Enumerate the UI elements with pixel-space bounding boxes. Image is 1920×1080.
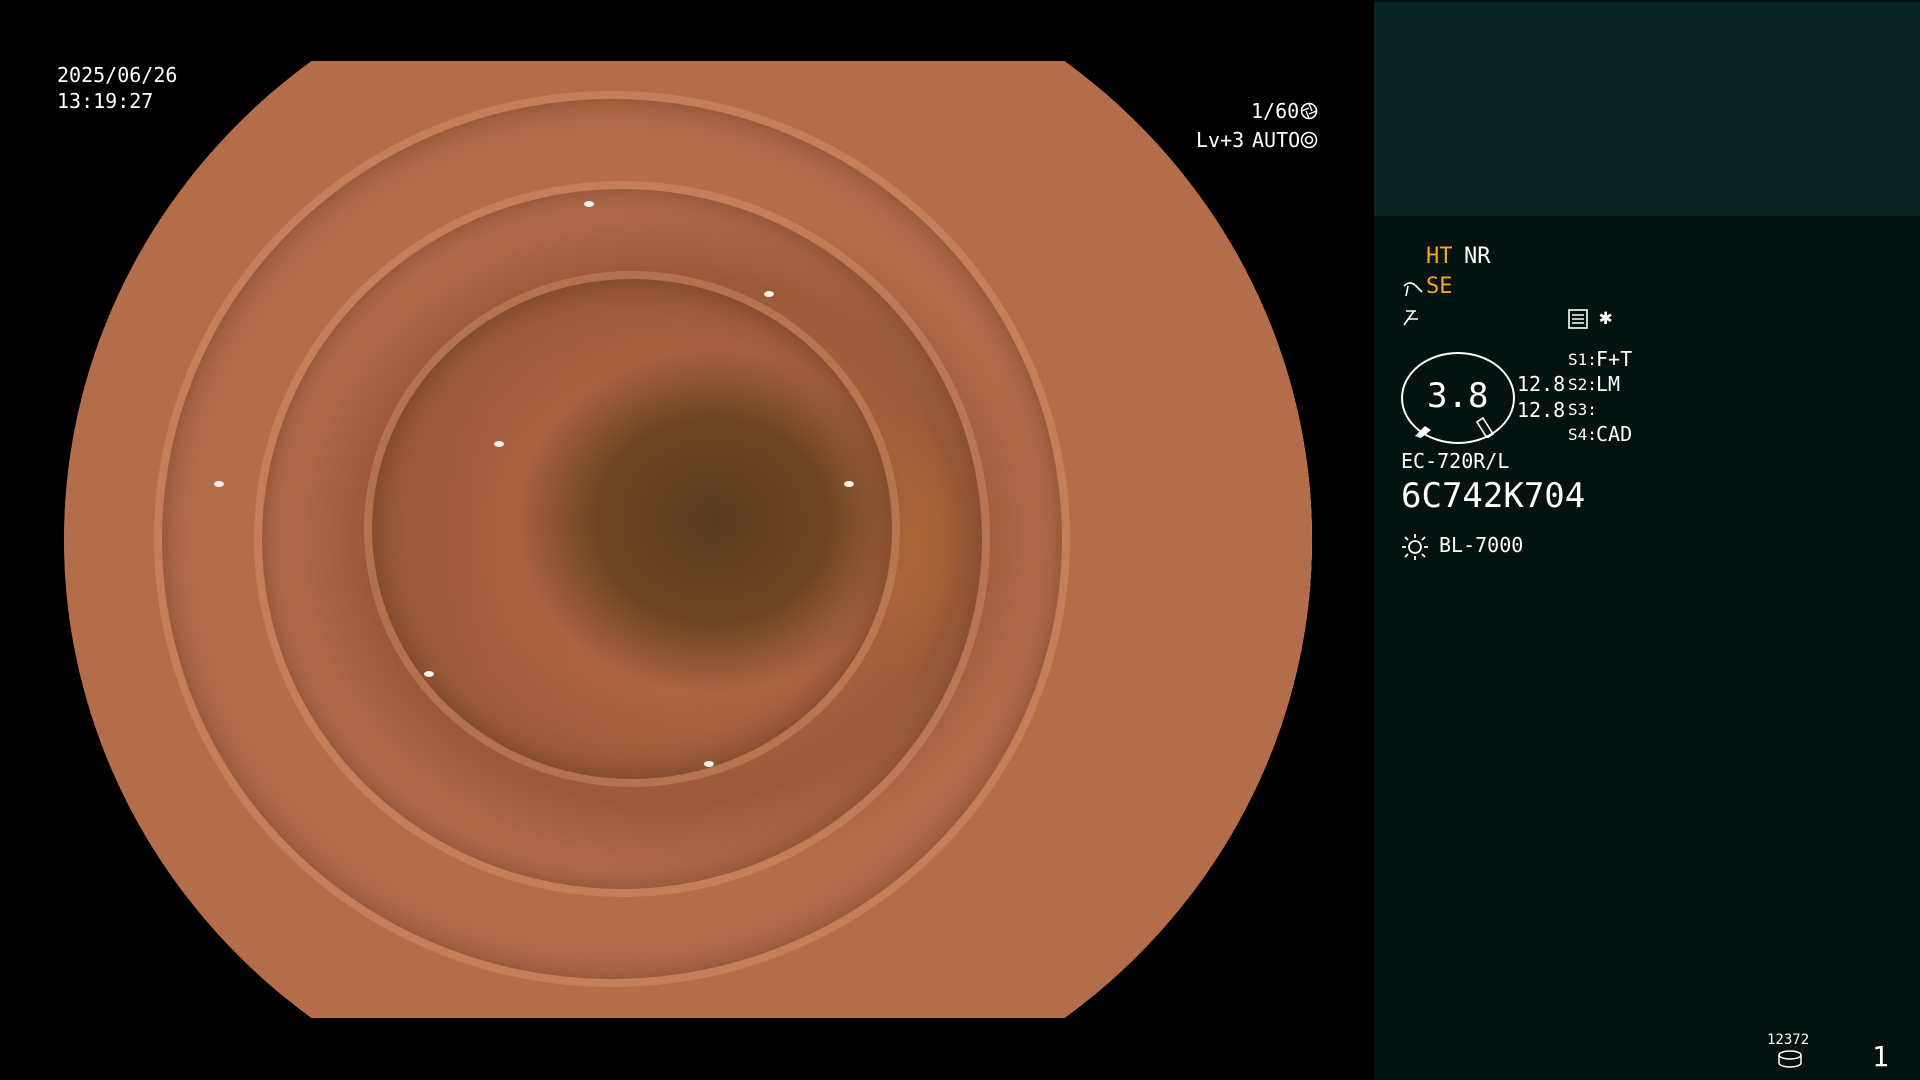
specular-highlight — [494, 441, 504, 447]
shutter-label: 1/60 — [1251, 99, 1300, 123]
ht-indicator: HT — [1426, 244, 1453, 269]
page-number: 1 — [1872, 1040, 1889, 1073]
structure-enhance-icon — [1403, 282, 1423, 297]
storage-icon — [1778, 1050, 1802, 1068]
storage-counter: 12372 — [1767, 1032, 1810, 1048]
endoscopic-image — [64, 61, 1312, 1018]
iris-icon — [1300, 131, 1318, 149]
nr-indicator: NR — [1464, 244, 1491, 269]
mucosal-fold — [364, 271, 900, 787]
se-indicator: SE — [1426, 274, 1453, 299]
specular-highlight — [844, 481, 854, 487]
color-mode-icon — [1403, 310, 1418, 326]
date-label: 2025/06/26 — [57, 63, 178, 87]
time-label: 13:19:27 — [57, 89, 154, 113]
zoom-gauge: 3.8 — [1401, 352, 1515, 444]
light-source-label: BL-7000 — [1439, 533, 1524, 557]
s2-value: LM — [1596, 372, 1621, 396]
light-source-icon — [1402, 534, 1428, 560]
value-1-label: 12.8 — [1517, 372, 1566, 396]
specular-highlight — [424, 671, 434, 677]
s1-key: S1: — [1568, 350, 1597, 369]
scope-model-label: EC-720R/L — [1401, 449, 1510, 473]
panel-header-block — [1374, 2, 1920, 216]
value-2-label: 12.8 — [1517, 398, 1566, 422]
settings-list-icon — [1568, 309, 1588, 329]
auto-mode-label: AUTO — [1252, 128, 1301, 152]
specular-highlight — [214, 481, 224, 487]
specular-highlight — [764, 291, 774, 297]
gauge-left-marker-icon — [1415, 426, 1431, 438]
endoscope-video-area: 2025/06/26 13:19:27 1/60 Lv+3 AUTO — [0, 0, 1374, 1080]
gauge-right-marker-icon — [1475, 416, 1495, 438]
specular-highlight — [704, 761, 714, 767]
star-indicator: ✱ — [1599, 305, 1613, 330]
brightness-level-label: Lv+3 — [1196, 128, 1245, 152]
shutter-icon — [1300, 102, 1318, 120]
gauge-value: 3.8 — [1427, 376, 1489, 416]
s4-key: S4: — [1568, 425, 1597, 444]
scope-serial-label: 6C742K704 — [1401, 476, 1586, 516]
specular-highlight — [584, 201, 594, 207]
s3-key: S3: — [1568, 400, 1597, 419]
status-side-panel: HT NR SE ✱ 3.8 12.8 12.8 S1: F+T S2: LM … — [1374, 0, 1920, 1080]
s2-key: S2: — [1568, 375, 1597, 394]
s1-value: F+T — [1596, 347, 1633, 371]
s4-value: CAD — [1596, 422, 1633, 446]
